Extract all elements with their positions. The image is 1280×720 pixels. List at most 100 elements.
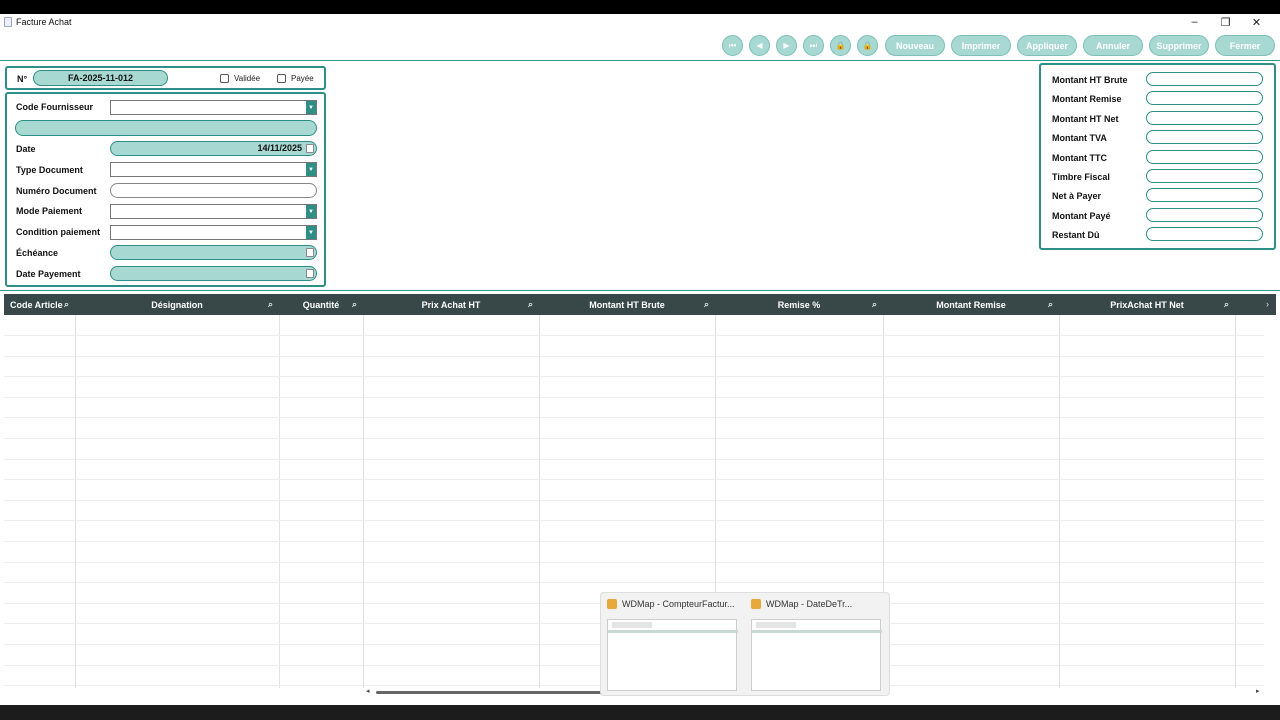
supplier-form-panel: Code Fournisseur ▼ Date 14/11/2025 Type … [5, 92, 326, 287]
scroll-right-icon[interactable]: ▸ [1256, 687, 1260, 695]
chevron-down-icon[interactable]: ▼ [306, 101, 316, 114]
total-value-field[interactable] [1146, 207, 1263, 222]
column-header[interactable]: PrixAchat HT Net ⌕ [1059, 294, 1235, 315]
toolbar-divider [0, 60, 1280, 61]
calendar-icon[interactable] [306, 144, 314, 153]
search-icon[interactable]: ⌕ [64, 299, 69, 310]
mode-paiement-select[interactable]: ▼ [110, 204, 317, 219]
search-icon[interactable]: ⌕ [268, 299, 273, 310]
column-header[interactable]: Code Article ⌕ [4, 294, 75, 315]
calendar-icon[interactable] [306, 269, 314, 278]
table-row[interactable] [4, 458, 1264, 460]
table-row[interactable] [4, 417, 1264, 419]
toolbar: ⏮ ◀ ▶ ⏭ 🔒 🔒 Nouveau Imprimer Appliquer A… [0, 32, 1280, 58]
total-value-field[interactable] [1146, 130, 1263, 145]
table-row[interactable] [4, 438, 1264, 439]
total-label: Montant TTC [1052, 152, 1107, 163]
minimize-icon[interactable]: – [1179, 16, 1210, 28]
invoice-number-panel: N° FA-2025-11-012 Validée Payée [5, 66, 326, 90]
column-divider [75, 315, 76, 688]
column-divider [279, 315, 280, 688]
last-record-button[interactable]: ⏭ [803, 35, 824, 56]
date-field[interactable]: 14/11/2025 [110, 141, 317, 156]
total-value-field[interactable] [1146, 227, 1263, 242]
table-row[interactable] [4, 396, 1264, 398]
numero-document-input[interactable] [110, 183, 317, 198]
chevron-down-icon[interactable]: ▼ [306, 226, 316, 239]
column-header[interactable]: Prix Achat HT ⌕ [363, 294, 539, 315]
total-value-field[interactable] [1146, 149, 1263, 164]
total-value-field[interactable] [1146, 72, 1263, 86]
chevron-down-icon[interactable]: ▼ [306, 205, 316, 218]
table-row[interactable] [4, 561, 1264, 563]
annuler-button[interactable]: Annuler [1083, 35, 1143, 56]
close-icon[interactable]: ✕ [1241, 16, 1272, 29]
next-record-button[interactable]: ▶ [776, 35, 797, 56]
app-icon [4, 17, 12, 27]
payee-label: Payée [291, 74, 314, 83]
search-icon[interactable]: ⌕ [704, 299, 709, 310]
table-row[interactable] [4, 520, 1264, 522]
date-label: Date [16, 144, 36, 154]
column-header-label: Prix Achat HT [421, 299, 481, 310]
totals-panel: Montant HT Brute Montant Remise Montant HT… [1039, 63, 1276, 250]
thumb-title: WDMap - DateDeTr... [766, 599, 853, 609]
column-header[interactable]: Quantité ⌕ [279, 294, 363, 315]
chevron-down-icon[interactable]: ▼ [306, 163, 316, 176]
numero-document-label: Numéro Document [16, 186, 97, 196]
lock-icon[interactable]: 🔒 [830, 35, 851, 56]
condition-paiement-label: Condition paiement [16, 227, 100, 237]
table-row[interactable] [4, 541, 1264, 542]
table-row[interactable] [4, 499, 1264, 501]
nouveau-button[interactable]: Nouveau [885, 35, 945, 56]
type-document-select[interactable]: ▼ [110, 162, 317, 177]
validee-label: Validée [234, 74, 261, 83]
total-value-field[interactable] [1146, 110, 1263, 125]
total-label: Montant Remise [1052, 94, 1122, 105]
taskbar-thumb[interactable]: WDMap - DateDeTr... [745, 593, 885, 697]
appliquer-button[interactable]: Appliquer [1017, 35, 1077, 56]
scroll-left-icon[interactable]: ◂ [366, 687, 370, 695]
num-label: N° [17, 74, 28, 84]
total-value-field[interactable] [1146, 188, 1263, 203]
scroll-columns-icon[interactable]: › [1266, 299, 1269, 309]
column-header[interactable]: Remise % ⌕ [715, 294, 883, 315]
unlock-icon[interactable]: 🔒 [857, 35, 878, 56]
table-row[interactable] [4, 355, 1264, 357]
calendar-icon[interactable] [306, 248, 314, 257]
previous-record-button[interactable]: ◀ [749, 35, 770, 56]
total-value-field[interactable] [1146, 169, 1263, 183]
column-header[interactable]: Montant HT Brute ⌕ [539, 294, 715, 315]
imprimer-button[interactable]: Imprimer [951, 35, 1011, 56]
column-header-label: Code Article [10, 299, 63, 310]
search-icon[interactable]: ⌕ [352, 299, 357, 310]
maximize-icon[interactable]: ❐ [1210, 16, 1241, 29]
supplier-name-field[interactable] [15, 120, 317, 136]
supprimer-button[interactable]: Supprimer [1149, 35, 1209, 56]
table-row[interactable] [4, 479, 1264, 481]
payee-checkbox[interactable] [277, 74, 286, 83]
search-icon[interactable]: ⌕ [872, 299, 877, 310]
search-icon[interactable]: ⌕ [1224, 299, 1229, 310]
table-row[interactable] [4, 582, 1264, 584]
column-divider [539, 315, 540, 688]
validee-checkbox[interactable] [220, 74, 229, 83]
search-icon[interactable]: ⌕ [528, 299, 533, 310]
code-fournisseur-label: Code Fournisseur [16, 102, 94, 112]
first-record-button[interactable]: ⏮ [722, 35, 743, 56]
echeance-field[interactable] [110, 245, 317, 260]
invoice-number-field[interactable]: FA-2025-11-012 [33, 70, 168, 86]
column-header[interactable]: Montant Remise ⌕ [883, 294, 1059, 315]
taskbar-thumb[interactable]: WDMap - CompteurFactur... [601, 593, 741, 697]
table-row[interactable] [4, 335, 1264, 336]
date-payement-field[interactable] [110, 266, 317, 281]
search-icon[interactable]: ⌕ [1048, 299, 1053, 310]
table-row[interactable] [4, 376, 1264, 378]
total-value-field[interactable] [1146, 91, 1263, 106]
column-header[interactable]: Désignation ⌕ [75, 294, 279, 315]
condition-paiement-select[interactable]: ▼ [110, 225, 317, 240]
column-header-label: Montant Remise [936, 299, 1006, 310]
code-fournisseur-select[interactable]: ▼ [110, 100, 317, 115]
fermer-button[interactable]: Fermer [1215, 35, 1275, 56]
horizontal-scrollbar[interactable] [376, 691, 606, 694]
